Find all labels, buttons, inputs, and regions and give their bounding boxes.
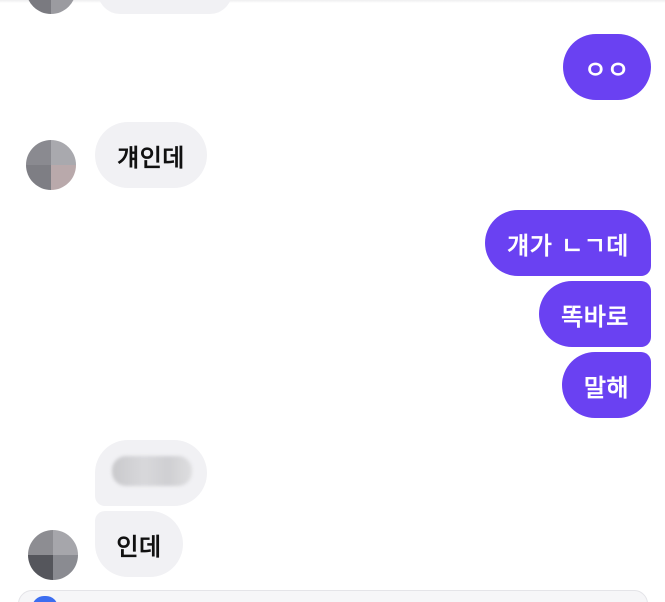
message-text: ㅇㅇ: [584, 55, 630, 84]
message-text: 걔가 ㄴㄱ데: [507, 231, 629, 260]
avatar[interactable]: [28, 530, 78, 580]
message-bubble-partial[interactable]: [98, 0, 232, 14]
message-bubble-outgoing[interactable]: 걔가 ㄴㄱ데: [485, 210, 651, 276]
message-bubble-incoming[interactable]: 걔인데: [95, 122, 207, 188]
message-composer[interactable]: [18, 590, 648, 602]
message-bubble-incoming[interactable]: 인데: [95, 511, 183, 577]
avatar[interactable]: [26, 140, 76, 190]
avatar-partial[interactable]: [26, 0, 76, 14]
message-text: 말해: [583, 373, 630, 402]
message-text: 인데: [116, 532, 162, 561]
message-text: 걔인데: [117, 143, 185, 172]
chat-screen: ㅇㅇ 걔인데 걔가 ㄴㄱ데 똑바로 말해 인데: [0, 0, 665, 602]
redaction-blur: [112, 456, 192, 486]
message-bubble-outgoing[interactable]: 똑바로: [539, 281, 651, 347]
message-bubble-outgoing[interactable]: 말해: [562, 352, 651, 418]
message-bubble-outgoing[interactable]: ㅇㅇ: [563, 34, 651, 100]
message-text: 똑바로: [561, 302, 629, 331]
